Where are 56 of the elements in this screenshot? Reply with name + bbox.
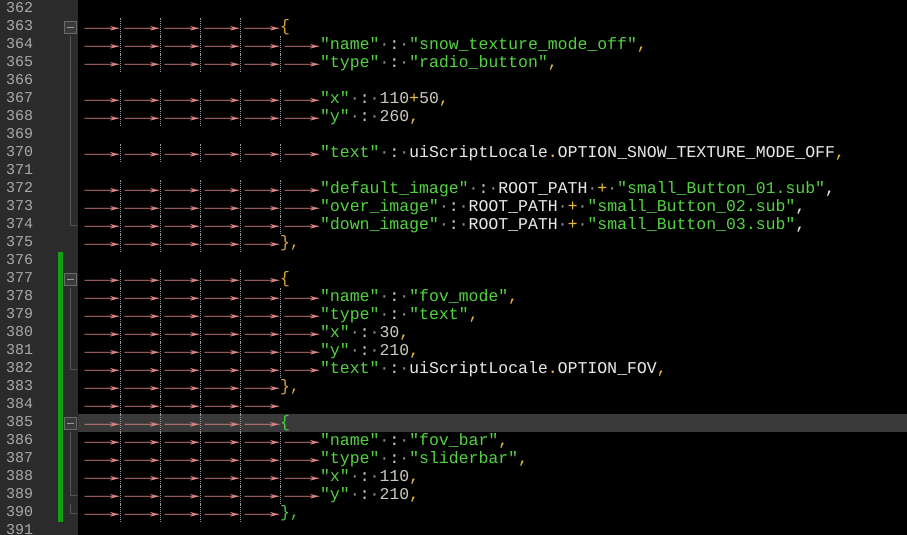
- line-number: 382: [5, 360, 34, 378]
- line-number: 373: [5, 198, 34, 216]
- line-number: 389: [5, 486, 34, 504]
- code-text: → → → → → →"y"·:·210,: [83, 342, 420, 360]
- code-text: → → → → →{: [83, 414, 290, 432]
- line-number: 380: [5, 324, 34, 342]
- line-number: 372: [5, 180, 34, 198]
- code-text: → → → → → →"text"·:·uiScriptLocale.OPTION_SNOW_TEXTURE_MODE_OFF,: [83, 144, 845, 162]
- code-text: → → → → → →"name"·:·"snow_texture_mode_off",: [83, 36, 647, 54]
- line-number: 376: [5, 252, 34, 270]
- code-text: → → → → → →"text"·:·uiScriptLocale.OPTION_FOV,: [83, 360, 667, 378]
- line-number: 363: [5, 18, 34, 36]
- line-number: 385: [5, 414, 34, 432]
- line-number: 388: [5, 468, 34, 486]
- fold-toggle-icon[interactable]: [64, 417, 77, 430]
- line-number: 367: [5, 90, 34, 108]
- line-number: 377: [5, 270, 34, 288]
- line-number: 379: [5, 306, 34, 324]
- code-text: → → → → → →"y"·:·210,: [83, 486, 420, 504]
- code-text: → → → → → →"default_image"·:·ROOT_PATH·+·"small_Button_01.sub",: [83, 180, 835, 198]
- code-text: → → → → →{: [83, 270, 290, 288]
- code-text: → → → → → →"over_image"·:·ROOT_PATH·+·"small_Button_02.sub",: [83, 198, 806, 216]
- line-number: 362: [5, 0, 34, 18]
- line-number: 391: [5, 522, 34, 535]
- line-number: 364: [5, 36, 34, 54]
- fold-toggle-icon[interactable]: [64, 273, 77, 286]
- code-text: → → → → → →"y"·:·260,: [83, 108, 420, 126]
- line-number: 386: [5, 432, 34, 450]
- line-number: 378: [5, 288, 34, 306]
- line-number: 390: [5, 504, 34, 522]
- code-text: → → → → → →"x"·:·30,: [83, 324, 410, 342]
- code-text: → → → → →},: [83, 378, 300, 396]
- code-text: → → → → →},: [83, 504, 300, 522]
- line-number: 366: [5, 72, 34, 90]
- code-text: → → → → →},: [83, 234, 300, 252]
- line-number: 387: [5, 450, 34, 468]
- code-text: → → → → → →"type"·:·"sliderbar",: [83, 450, 528, 468]
- line-number: 381: [5, 342, 34, 360]
- line-number: 375: [5, 234, 34, 252]
- code-text: → → → → → →"type"·:·"text",: [83, 306, 478, 324]
- code-text: → → → → → →"down_image"·:·ROOT_PATH·+·"small_Button_03.sub",: [83, 216, 806, 234]
- line-number: 368: [5, 108, 34, 126]
- code-text: → → → → → →"name"·:·"fov_bar",: [83, 432, 508, 450]
- line-number: 383: [5, 378, 34, 396]
- line-number: 365: [5, 54, 34, 72]
- fold-toggle-icon[interactable]: [64, 21, 77, 34]
- line-number: 371: [5, 162, 34, 180]
- line-number: 369: [5, 126, 34, 144]
- line-number: 374: [5, 216, 34, 234]
- line-number: 384: [5, 396, 34, 414]
- code-text: → → → → → →"type"·:·"radio_button",: [83, 54, 558, 72]
- line-number: 370: [5, 144, 34, 162]
- code-text: → → → → → →"name"·:·"fov_mode",: [83, 288, 518, 306]
- code-text: → → → → → →"x"·:·110,: [83, 468, 420, 486]
- code-text: → → → → →{: [83, 18, 290, 36]
- code-text: → → → → → →"x"·:·110+50,: [83, 90, 449, 108]
